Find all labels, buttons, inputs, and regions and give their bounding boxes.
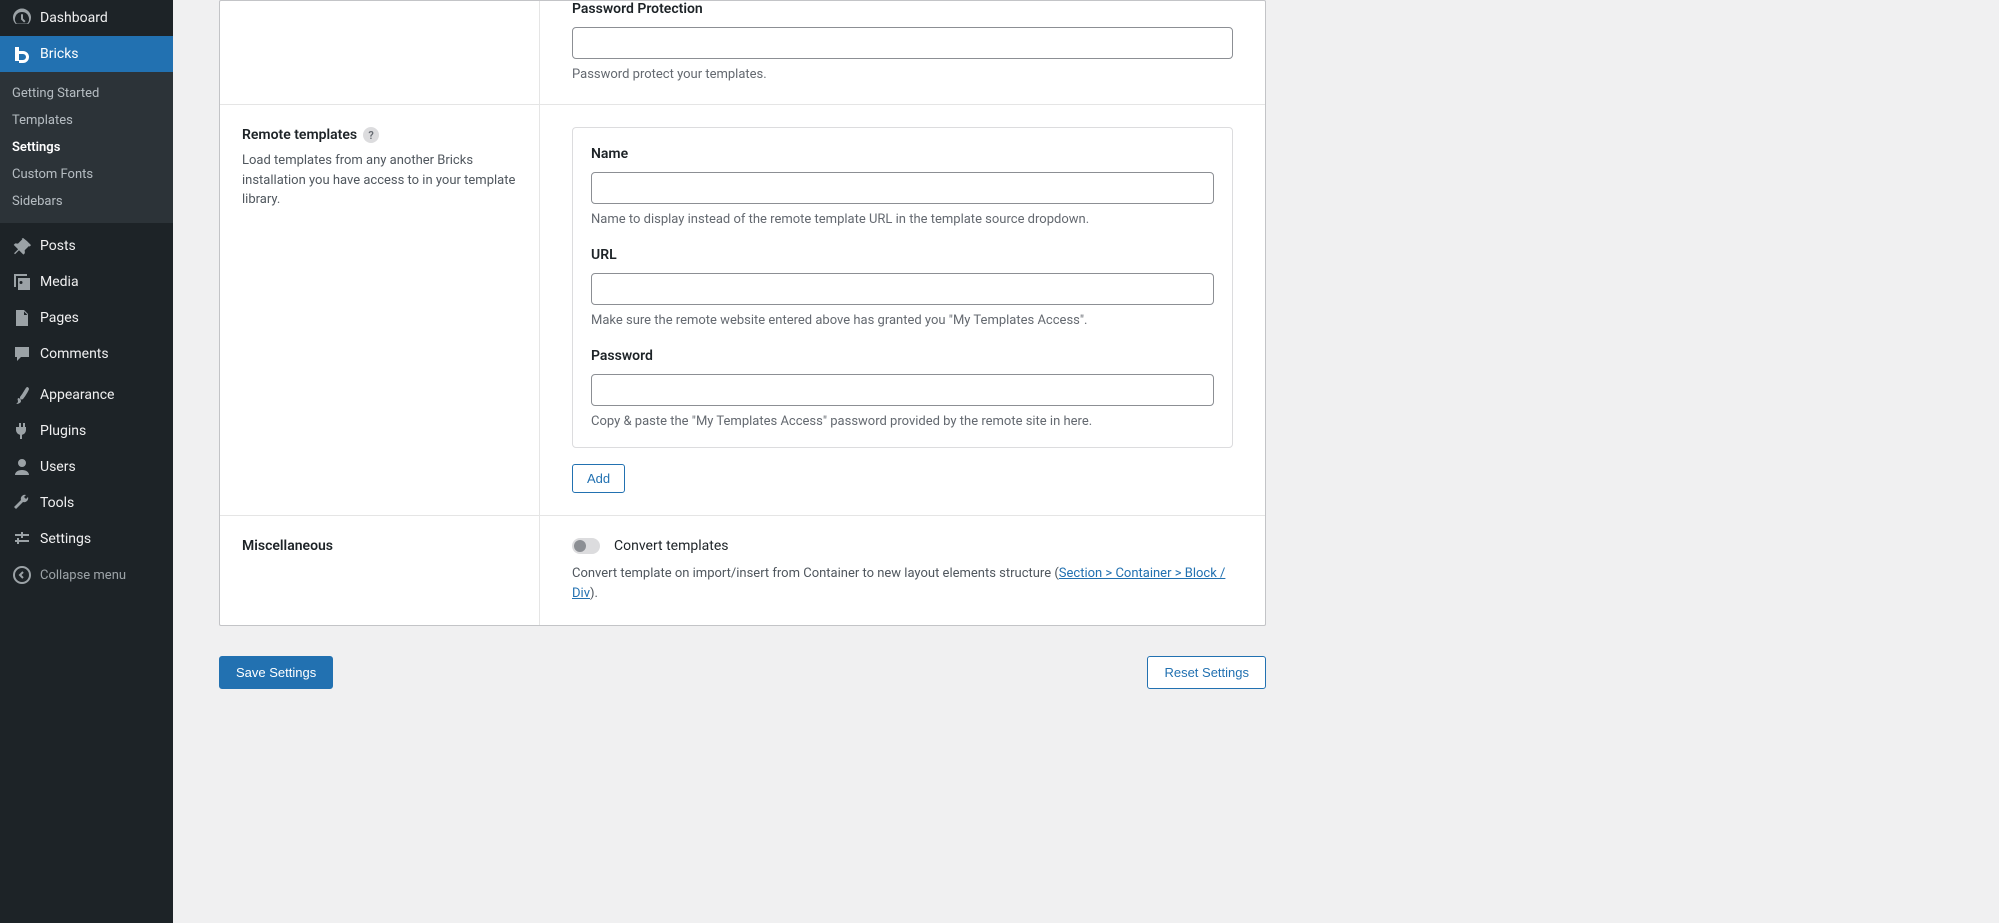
collapse-icon xyxy=(12,565,32,585)
sidebar-item-label: Posts xyxy=(40,238,76,254)
sidebar-item-settings[interactable]: Settings xyxy=(0,521,173,557)
sidebar-item-posts[interactable]: Posts xyxy=(0,228,173,264)
reset-settings-button[interactable]: Reset Settings xyxy=(1147,656,1266,689)
section-miscellaneous: Miscellaneous Convert templates Convert … xyxy=(220,516,1265,625)
remote-url-input[interactable] xyxy=(591,273,1214,305)
sidebar-item-comments[interactable]: Comments xyxy=(0,336,173,372)
remote-url-help: Make sure the remote website entered abo… xyxy=(591,313,1214,328)
section-remote-templates: Remote templates ? Load templates from a… xyxy=(220,105,1265,516)
bricks-submenu: Getting Started Templates Settings Custo… xyxy=(0,72,173,223)
convert-templates-toggle[interactable] xyxy=(572,538,600,554)
sidebar-item-label: Users xyxy=(40,459,76,475)
submenu-settings[interactable]: Settings xyxy=(0,134,173,161)
submenu-templates[interactable]: Templates xyxy=(0,107,173,134)
collapse-menu-button[interactable]: Collapse menu xyxy=(0,557,173,593)
misc-title: Miscellaneous xyxy=(242,538,517,554)
remote-password-input[interactable] xyxy=(591,374,1214,406)
sidebar-item-appearance[interactable]: Appearance xyxy=(0,377,173,413)
submenu-sidebars[interactable]: Sidebars xyxy=(0,188,173,215)
sidebar-item-label: Dashboard xyxy=(40,10,108,26)
sidebar-item-label: Appearance xyxy=(40,387,114,403)
admin-sidebar: Dashboard Bricks Getting Started Templat… xyxy=(0,0,173,923)
sidebar-item-label: Bricks xyxy=(40,46,79,62)
page-icon xyxy=(12,308,32,328)
help-icon[interactable]: ? xyxy=(363,127,379,143)
remote-name-label: Name xyxy=(591,146,1214,162)
add-remote-button[interactable]: Add xyxy=(572,464,625,493)
save-settings-button[interactable]: Save Settings xyxy=(219,656,333,689)
gauge-icon xyxy=(12,8,32,28)
sidebar-item-label: Comments xyxy=(40,346,109,362)
remote-desc: Load templates from any another Bricks i… xyxy=(242,151,517,210)
remote-title: Remote templates xyxy=(242,127,357,143)
brush-icon xyxy=(12,385,32,405)
sidebar-item-media[interactable]: Media xyxy=(0,264,173,300)
sidebar-item-pages[interactable]: Pages xyxy=(0,300,173,336)
remote-template-group: Name Name to display instead of the remo… xyxy=(572,127,1233,448)
sidebar-item-label: Settings xyxy=(40,531,91,547)
remote-name-input[interactable] xyxy=(591,172,1214,204)
remote-name-help: Name to display instead of the remote te… xyxy=(591,212,1214,227)
sidebar-item-dashboard[interactable]: Dashboard xyxy=(0,0,173,36)
collapse-label: Collapse menu xyxy=(40,568,126,583)
remote-password-help: Copy & paste the "My Templates Access" p… xyxy=(591,414,1214,429)
main-content: Password Protection Password protect you… xyxy=(173,0,1999,923)
settings-table: Password Protection Password protect you… xyxy=(219,0,1266,626)
bottom-actions: Save Settings Reset Settings xyxy=(219,656,1266,689)
password-protection-input[interactable] xyxy=(572,27,1233,59)
comment-icon xyxy=(12,344,32,364)
sidebar-item-plugins[interactable]: Plugins xyxy=(0,413,173,449)
plug-icon xyxy=(12,421,32,441)
sidebar-item-users[interactable]: Users xyxy=(0,449,173,485)
password-protection-title: Password Protection xyxy=(572,1,1233,17)
section-password-protection: Password Protection Password protect you… xyxy=(220,1,1265,105)
misc-help-text: Convert template on import/insert from C… xyxy=(572,564,1233,603)
bricks-icon xyxy=(12,44,32,64)
sidebar-item-tools[interactable]: Tools xyxy=(0,485,173,521)
sidebar-item-label: Plugins xyxy=(40,423,86,439)
pin-icon xyxy=(12,236,32,256)
sidebar-item-label: Tools xyxy=(40,495,74,511)
remote-url-label: URL xyxy=(591,247,1214,263)
sidebar-item-label: Media xyxy=(40,274,79,290)
remote-password-label: Password xyxy=(591,348,1214,364)
submenu-custom-fonts[interactable]: Custom Fonts xyxy=(0,161,173,188)
submenu-getting-started[interactable]: Getting Started xyxy=(0,80,173,107)
user-icon xyxy=(12,457,32,477)
sidebar-item-label: Pages xyxy=(40,310,79,326)
password-protection-help: Password protect your templates. xyxy=(572,67,1233,82)
media-icon xyxy=(12,272,32,292)
wrench-icon xyxy=(12,493,32,513)
sliders-icon xyxy=(12,529,32,549)
convert-templates-label: Convert templates xyxy=(614,538,728,554)
sidebar-item-bricks[interactable]: Bricks xyxy=(0,36,173,72)
